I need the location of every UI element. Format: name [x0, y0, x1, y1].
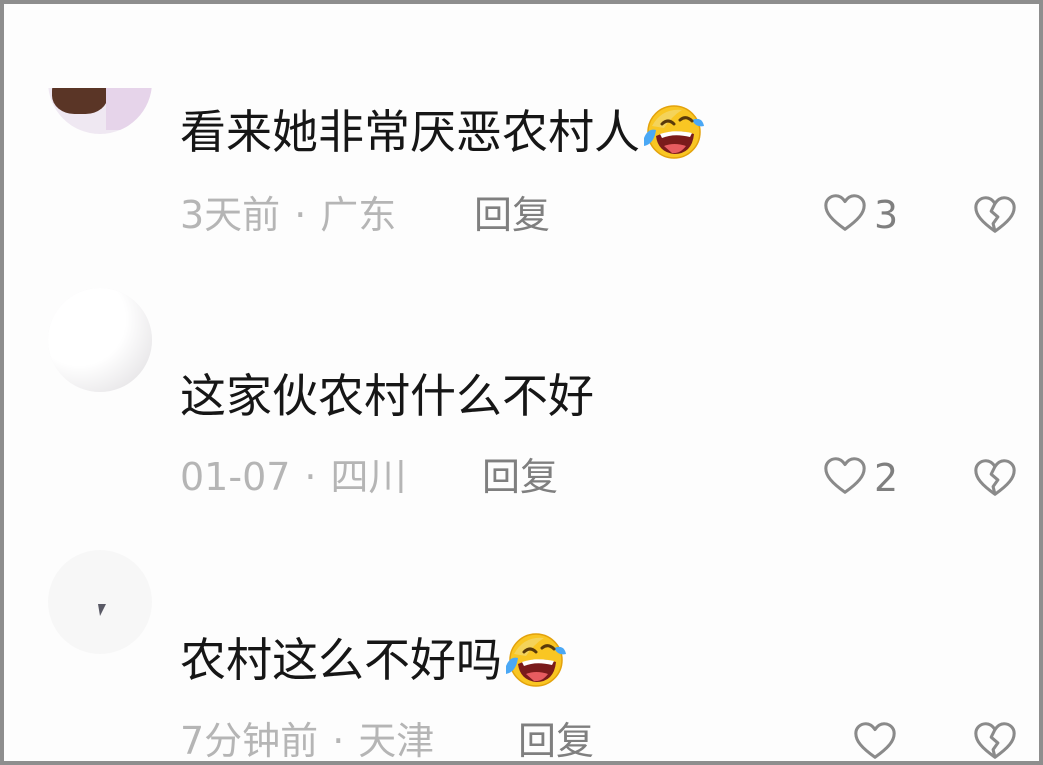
reply-button[interactable]: 回复	[518, 716, 594, 761]
separator: ·	[304, 455, 317, 499]
broken-heart-icon	[972, 722, 1018, 761]
avatar[interactable]	[48, 550, 152, 654]
comment-location: 广东	[320, 193, 397, 237]
comment-time: 7分钟前	[180, 719, 319, 763]
comment-meta: 7分钟前 · 天津	[180, 716, 435, 763]
heart-icon	[822, 190, 868, 240]
comment-time: 01-07	[180, 455, 291, 499]
comment-location: 四川	[330, 455, 407, 499]
comment-text: 农村这么不好吗	[180, 630, 568, 696]
avatar[interactable]	[48, 288, 152, 392]
broken-heart-icon	[972, 459, 1018, 505]
heart-icon	[822, 453, 868, 503]
dislike-button[interactable]	[972, 192, 1018, 238]
like-button[interactable]: 2	[822, 453, 898, 503]
comment-text: 看来她非常厌恶农村人	[180, 102, 706, 168]
tears-of-joy-icon	[504, 626, 568, 690]
like-button[interactable]	[852, 718, 904, 761]
separator: ·	[294, 193, 307, 237]
comment-meta: 3天前 · 广东	[180, 190, 396, 240]
comment-meta: 01-07 · 四川	[180, 452, 407, 502]
comment-time: 3天前	[180, 193, 281, 237]
separator: ·	[332, 719, 345, 763]
like-count: 2	[874, 456, 899, 500]
reply-button[interactable]: 回复	[474, 190, 550, 240]
broken-heart-icon	[972, 196, 1018, 242]
dislike-button[interactable]	[972, 455, 1018, 501]
heart-icon	[852, 718, 898, 761]
reply-button[interactable]: 回复	[482, 452, 558, 502]
like-button[interactable]: 3	[822, 190, 898, 240]
like-count: 3	[874, 193, 899, 237]
comment-location: 天津	[358, 719, 435, 763]
dislike-button[interactable]	[972, 718, 1018, 761]
comment-text: 这家伙农村什么不好	[180, 369, 594, 423]
comment-list: 看来她非常厌恶农村人 3天前 · 广东 回复 3 这家伙农村什么不好 01-07 · 四…	[0, 0, 1043, 765]
tears-of-joy-icon	[642, 98, 706, 162]
